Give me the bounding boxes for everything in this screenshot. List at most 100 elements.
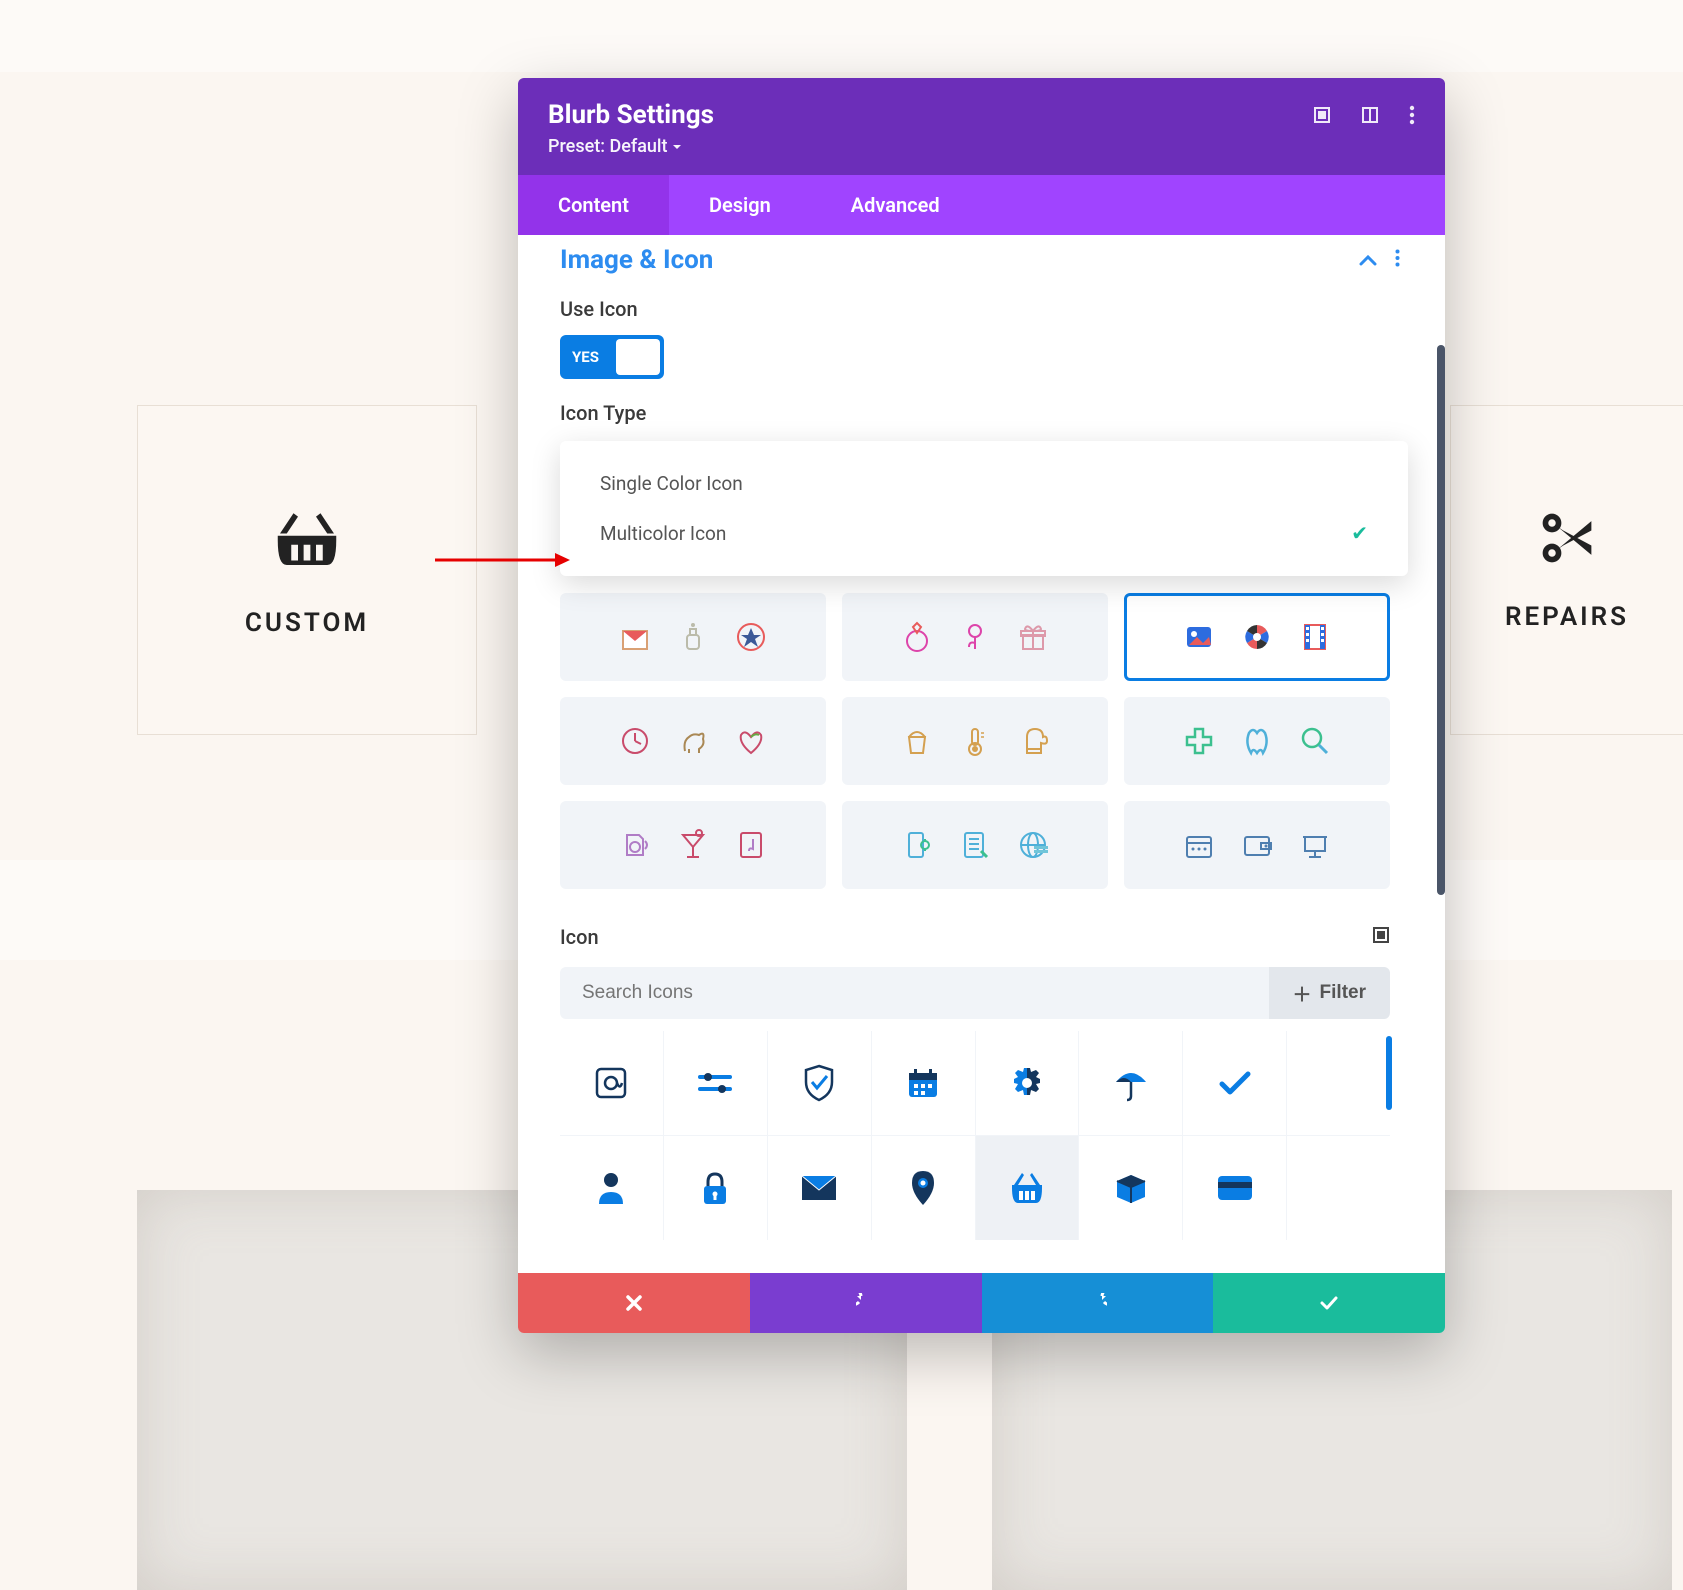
chevron-down-icon: [672, 142, 682, 152]
heart-leaf-icon: [733, 723, 769, 759]
star-badge-icon: [733, 619, 769, 655]
icon-basket[interactable]: [976, 1136, 1079, 1240]
settings-modal: Blurb Settings Preset: Default: [518, 78, 1445, 1333]
icon-blank: [1287, 1136, 1390, 1240]
settings-tabs: Content Design Advanced: [518, 175, 1445, 235]
magnifier-icon: [1297, 723, 1333, 759]
icon-mail[interactable]: [768, 1136, 871, 1240]
icon-grid: [560, 1031, 1390, 1240]
modal-footer: [518, 1273, 1445, 1333]
globe-icon: [1015, 827, 1051, 863]
music-book-icon: [733, 827, 769, 863]
check-icon: ✔: [1351, 521, 1368, 545]
tab-advanced[interactable]: Advanced: [811, 175, 980, 235]
clock-icon: [617, 723, 653, 759]
undo-button[interactable]: [750, 1273, 982, 1333]
blurb-label: CUSTOM: [245, 608, 369, 638]
kebab-menu-icon[interactable]: [1409, 105, 1415, 125]
content-scrollbar[interactable]: [1437, 345, 1445, 895]
save-button[interactable]: [1213, 1273, 1445, 1333]
icon-umbrella[interactable]: [1079, 1031, 1182, 1135]
ring-icon: [899, 619, 935, 655]
checklist-icon: [957, 827, 993, 863]
modal-header: Blurb Settings Preset: Default: [518, 78, 1445, 175]
option-label: Multicolor Icon: [600, 522, 726, 545]
tab-content[interactable]: Content: [518, 175, 669, 235]
redo-button[interactable]: [982, 1273, 1214, 1333]
image-icon: [1181, 619, 1217, 655]
icon-pack-office[interactable]: [1124, 801, 1390, 889]
collapse-icon[interactable]: [1359, 251, 1377, 270]
perfume-icon: [675, 619, 711, 655]
page-top-strip: [0, 0, 1683, 72]
icon-pack-media[interactable]: [1124, 593, 1390, 681]
blurb-card-custom[interactable]: CUSTOM: [137, 405, 477, 735]
search-icons-input[interactable]: [560, 967, 1269, 1019]
icon-type-option-multi[interactable]: Multicolor Icon ✔: [560, 508, 1408, 558]
icon-lock[interactable]: [664, 1136, 767, 1240]
icon-pin[interactable]: [872, 1136, 975, 1240]
blurb-card-repairs[interactable]: REPAIRS: [1450, 405, 1683, 735]
speaker-icon: [617, 827, 653, 863]
icon-sliders[interactable]: [664, 1031, 767, 1135]
icon-package[interactable]: [1079, 1136, 1182, 1240]
modal-title: Blurb Settings: [548, 100, 714, 130]
icon-type-option-single[interactable]: Single Color Icon: [560, 459, 1408, 508]
preset-label: Preset: Default: [548, 136, 668, 157]
gift-icon: [1015, 619, 1051, 655]
icon-pack-health[interactable]: [1124, 697, 1390, 785]
scissors-icon: [1537, 508, 1597, 572]
filter-button[interactable]: ＋ Filter: [1269, 967, 1390, 1019]
preset-dropdown[interactable]: Preset: Default: [548, 136, 714, 157]
tab-design[interactable]: Design: [669, 175, 811, 235]
columns-icon[interactable]: [1361, 106, 1379, 124]
section-title: Image & Icon: [560, 245, 713, 275]
icon-type-dropdown: Single Color Icon Multicolor Icon ✔: [560, 441, 1408, 576]
aperture-icon: [1239, 619, 1275, 655]
plus-icon: ＋: [1293, 980, 1312, 1007]
icon-calendar[interactable]: [872, 1031, 975, 1135]
settings-content: Image & Icon Use Icon YES Icon Type: [518, 235, 1445, 1273]
icon-pack-kitchen[interactable]: [842, 697, 1108, 785]
icon-pack-gifts[interactable]: [560, 593, 826, 681]
dog-icon: [675, 723, 711, 759]
phone-gear-icon: [899, 827, 935, 863]
icon-shield[interactable]: [768, 1031, 871, 1135]
cocktail-icon: [675, 827, 711, 863]
bucket-icon: [899, 723, 935, 759]
expand-icon[interactable]: [1313, 106, 1331, 124]
icon-pack-jewelry[interactable]: [842, 593, 1108, 681]
cancel-button[interactable]: [518, 1273, 750, 1333]
filter-label: Filter: [1320, 982, 1366, 1004]
calendar-dots-icon: [1181, 827, 1217, 863]
medical-cross-icon: [1181, 723, 1217, 759]
icon-pack-devices[interactable]: [842, 801, 1108, 889]
basket-icon: [271, 502, 343, 578]
icon-grid-scrollbar[interactable]: [1386, 1036, 1392, 1110]
wallet-icon: [1239, 827, 1275, 863]
icon-gear-split[interactable]: [976, 1031, 1079, 1135]
mitt-icon: [1015, 723, 1051, 759]
expand-field-icon[interactable]: [1372, 926, 1390, 948]
envelope-icon: [617, 619, 653, 655]
flower-icon: [957, 619, 993, 655]
toggle-knob: [616, 339, 660, 375]
presentation-icon: [1297, 827, 1333, 863]
use-icon-toggle[interactable]: YES: [560, 335, 664, 379]
icon-card[interactable]: [1183, 1136, 1286, 1240]
toggle-state-label: YES: [564, 348, 599, 366]
use-icon-label: Use Icon: [560, 297, 1390, 321]
icon-pack-grid: [560, 593, 1420, 889]
icon-type-label: Icon Type: [560, 401, 1390, 425]
icon-pack-music[interactable]: [560, 801, 826, 889]
icon-person[interactable]: [560, 1136, 663, 1240]
icon-field-label: Icon: [560, 925, 599, 949]
icon-checkmark[interactable]: [1183, 1031, 1286, 1135]
tooth-icon: [1239, 723, 1275, 759]
icon-at[interactable]: [560, 1031, 663, 1135]
section-menu-icon[interactable]: [1395, 249, 1400, 271]
icon-pack-pets[interactable]: [560, 697, 826, 785]
thermometer-icon: [957, 723, 993, 759]
icon-blank: [1287, 1031, 1390, 1135]
film-icon: [1297, 619, 1333, 655]
